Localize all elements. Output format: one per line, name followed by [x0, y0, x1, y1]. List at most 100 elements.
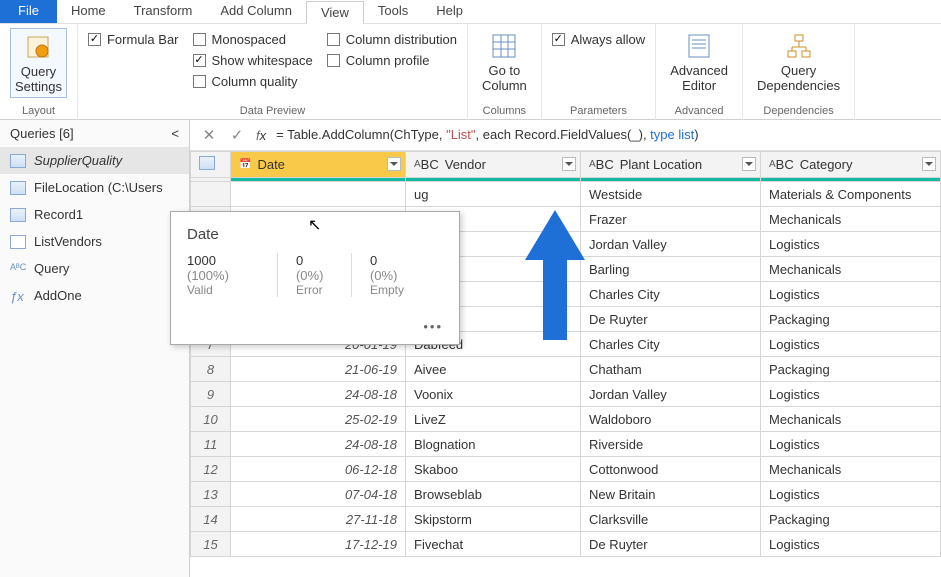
commit-button[interactable]: ✓	[228, 126, 246, 144]
filter-dropdown-date[interactable]	[387, 157, 401, 171]
menu-addcolumn[interactable]: Add Column	[206, 0, 306, 23]
ribbon: Query Settings Layout ✓Formula Bar Monos…	[0, 24, 941, 120]
column-header-vendor[interactable]: ABC Vendor	[406, 152, 581, 178]
cancel-button[interactable]: ✕	[200, 126, 218, 144]
monospaced-checkbox[interactable]: Monospaced	[193, 32, 313, 47]
tooltip-title: Date	[187, 226, 443, 243]
col-category-label: Category	[800, 157, 853, 172]
query-item-label: ListVendors	[34, 234, 102, 249]
menu-home[interactable]: Home	[57, 0, 120, 23]
menu-help[interactable]: Help	[422, 0, 477, 23]
group-label-parameters: Parameters	[570, 103, 627, 120]
column-header-date[interactable]: 📅Date	[231, 152, 406, 178]
tooltip-more-button[interactable]: •••	[187, 319, 443, 334]
cell-plant: Jordan Valley	[581, 232, 761, 257]
table-row[interactable]: ugWestsideMaterials & Components	[191, 182, 941, 207]
cell-date: 27-11-18	[231, 507, 406, 532]
query-dependencies-button[interactable]: Query Dependencies	[753, 28, 844, 96]
row-number: 9	[191, 382, 231, 407]
table-row[interactable]: 1427-11-18SkipstormClarksvillePackaging	[191, 507, 941, 532]
always-allow-checkbox[interactable]: ✓Always allow	[552, 32, 645, 47]
menu-bar: File Home Transform Add Column View Tool…	[0, 0, 941, 24]
menu-transform[interactable]: Transform	[120, 0, 207, 23]
query-item[interactable]: ListVendors	[0, 228, 189, 255]
table-row[interactable]: 924-08-18VoonixJordan ValleyLogistics	[191, 382, 941, 407]
column-header-plant[interactable]: ABCPlant Location	[581, 152, 761, 178]
query-dependencies-label: Query Dependencies	[757, 64, 840, 94]
table-row[interactable]: 1025-02-19LiveZWaldoboroMechanicals	[191, 407, 941, 432]
table-corner[interactable]	[191, 152, 231, 178]
query-item[interactable]: FileLocation (C:\Users	[0, 174, 189, 201]
text-type-icon: ABC	[414, 157, 439, 172]
filter-dropdown-vendor[interactable]	[562, 157, 576, 171]
formula-text[interactable]: = Table.AddColumn(ChType, "List", each R…	[276, 127, 698, 143]
cell-category: Mechanicals	[761, 407, 941, 432]
table-icon: AᴮC	[10, 262, 26, 276]
table-row[interactable]: 1206-12-18SkabooCottonwoodMechanicals	[191, 457, 941, 482]
ribbon-group-dependencies: Query Dependencies Dependencies	[743, 24, 855, 120]
go-to-column-button[interactable]: Go to Column	[478, 28, 531, 96]
column-quality-checkbox[interactable]: Column quality	[193, 74, 313, 89]
collapse-icon[interactable]: <	[171, 126, 179, 141]
cell-category: Packaging	[761, 357, 941, 382]
formula-bar: ✕ ✓ fx = Table.AddColumn(ChType, "List",…	[190, 120, 941, 151]
query-item-label: Query	[34, 261, 69, 276]
filter-dropdown-category[interactable]	[922, 157, 936, 171]
cell-date: 06-12-18	[231, 457, 406, 482]
cell-plant: Charles City	[581, 282, 761, 307]
query-item[interactable]: SupplierQuality	[0, 147, 189, 174]
row-number: 12	[191, 457, 231, 482]
row-number: 11	[191, 432, 231, 457]
table-row[interactable]: 1307-04-18BrowseblabNew BritainLogistics	[191, 482, 941, 507]
column-tooltip: Date 1000 (100%)Valid 0 (0%)Error 0 (0%)…	[170, 211, 460, 345]
valid-pct: (100%)	[187, 268, 229, 283]
table-row[interactable]: 1124-08-18BlognationRiversideLogistics	[191, 432, 941, 457]
fx-icon: fx	[256, 128, 266, 143]
fx-pre: = Table.AddColumn(ChType,	[276, 127, 446, 142]
table-row[interactable]: 1517-12-19FivechatDe RuyterLogistics	[191, 532, 941, 557]
row-number: 15	[191, 532, 231, 557]
table-row[interactable]: 821-06-19AiveeChathamPackaging	[191, 357, 941, 382]
dependencies-icon	[783, 30, 815, 62]
menu-file[interactable]: File	[0, 0, 57, 23]
row-number: 8	[191, 357, 231, 382]
editor-icon	[683, 30, 715, 62]
cell-category: Logistics	[761, 382, 941, 407]
query-item-label: Record1	[34, 207, 83, 222]
menu-tools[interactable]: Tools	[364, 0, 422, 23]
cell-vendor: Browseblab	[406, 482, 581, 507]
col-plant-label: Plant Location	[620, 157, 702, 172]
query-item[interactable]: Record1	[0, 201, 189, 228]
empty-count: 0	[370, 253, 377, 268]
row-number: 14	[191, 507, 231, 532]
cell-category: Mechanicals	[761, 457, 941, 482]
queries-list: SupplierQualityFileLocation (C:\Users Rec…	[0, 147, 189, 309]
filter-dropdown-plant[interactable]	[742, 157, 756, 171]
cell-category: Logistics	[761, 232, 941, 257]
formula-bar-checkbox[interactable]: ✓Formula Bar	[88, 32, 179, 47]
menu-view[interactable]: View	[306, 1, 364, 24]
cell-date: 25-02-19	[231, 407, 406, 432]
cell-plant: Clarksville	[581, 507, 761, 532]
column-profile-checkbox[interactable]: Column profile	[327, 53, 457, 68]
query-item[interactable]: ƒxAddOne	[0, 282, 189, 309]
cell-plant: De Ruyter	[581, 307, 761, 332]
query-item[interactable]: AᴮC Query	[0, 255, 189, 282]
column-distribution-checkbox[interactable]: Column distribution	[327, 32, 457, 47]
error-pct: (0%)	[296, 268, 323, 283]
advanced-editor-button[interactable]: Advanced Editor	[666, 28, 732, 96]
go-to-column-label: Go to Column	[482, 64, 527, 94]
cell-category: Mechanicals	[761, 207, 941, 232]
query-settings-button[interactable]: Query Settings	[10, 28, 67, 98]
cell-category: Logistics	[761, 282, 941, 307]
text-type-icon: ABC	[769, 157, 794, 172]
column-header-category[interactable]: ABC Category	[761, 152, 941, 178]
cell-plant: Frazer	[581, 207, 761, 232]
queries-title: Queries [6]	[10, 126, 74, 141]
cell-vendor: Blognation	[406, 432, 581, 457]
col-date-label: Date	[257, 157, 284, 172]
table-icon: ƒx	[10, 289, 26, 303]
cell-plant: Chatham	[581, 357, 761, 382]
show-whitespace-checkbox[interactable]: ✓Show whitespace	[193, 53, 313, 68]
col-vendor-label: Vendor	[445, 157, 486, 172]
